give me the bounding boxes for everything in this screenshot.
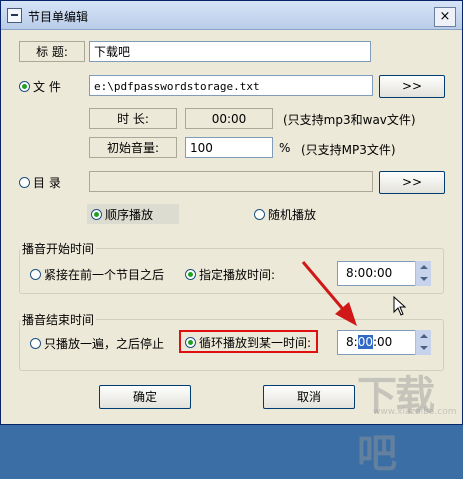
- after-previous-radio[interactable]: [30, 269, 41, 280]
- loop-until-radio[interactable]: [185, 337, 196, 348]
- watermark-logo: 下载吧: [357, 373, 435, 477]
- title-bar[interactable]: 节目单编辑 ×: [1, 1, 462, 30]
- window-menu-icon[interactable]: [7, 8, 22, 23]
- volume-input[interactable]: 100: [185, 137, 273, 158]
- file-label: 文 件: [33, 80, 61, 94]
- directory-label: 目 录: [33, 176, 61, 190]
- end-time-minute: 00: [357, 335, 373, 349]
- directory-radio[interactable]: [19, 177, 30, 188]
- title-label: 标 题:: [19, 41, 85, 62]
- file-path-input[interactable]: e:\pdfpasswordstorage.txt: [89, 75, 373, 96]
- window-title: 节目单编辑: [28, 10, 89, 24]
- file-browse-button[interactable]: >>: [379, 75, 445, 98]
- start-time-spinner[interactable]: [415, 261, 431, 286]
- title-input[interactable]: 下载吧: [89, 41, 371, 62]
- specified-time-label[interactable]: 指定播放时间:: [199, 266, 275, 283]
- close-button[interactable]: ×: [434, 7, 456, 27]
- end-time-hour: 8:: [346, 335, 358, 349]
- random-radio[interactable]: [254, 209, 265, 220]
- directory-input[interactable]: [89, 171, 373, 192]
- sequential-label[interactable]: 顺序播放: [105, 206, 153, 223]
- arrow-shaft: [301, 261, 349, 315]
- volume-label: 初始音量:: [89, 137, 177, 158]
- loop-until-label[interactable]: 循环播放到某一时间:: [199, 334, 311, 351]
- specified-time-radio[interactable]: [185, 269, 196, 280]
- duration-value: 00:00: [185, 108, 273, 129]
- end-time-group-title: 播音结束时间: [20, 311, 97, 328]
- watermark-url: www.xiazaiba.com: [373, 407, 457, 417]
- end-time-second: :00: [372, 335, 393, 349]
- after-previous-label[interactable]: 紧接在前一个节目之后: [44, 266, 164, 283]
- duration-note: (只支持mp3和wav文件): [283, 113, 416, 127]
- volume-unit: %: [279, 141, 291, 155]
- play-once-label[interactable]: 只播放一遍，之后停止: [44, 335, 164, 352]
- dialog-window: 节目单编辑 × 标 题: 下载吧 文 件 e:\pdfpasswordstora…: [0, 0, 463, 477]
- ok-button[interactable]: 确定: [99, 385, 191, 409]
- cancel-button[interactable]: 取消: [263, 385, 355, 409]
- start-time-group-title: 播音开始时间: [20, 240, 97, 257]
- annotation-arrow: [301, 261, 357, 326]
- duration-label: 时 长:: [89, 108, 177, 129]
- mouse-cursor-icon: [393, 296, 407, 316]
- sequential-radio[interactable]: [91, 209, 102, 220]
- play-once-radio[interactable]: [30, 338, 41, 349]
- directory-browse-button[interactable]: >>: [379, 171, 445, 194]
- volume-note: (只支持MP3文件): [301, 143, 396, 157]
- random-label[interactable]: 随机播放: [268, 206, 316, 223]
- end-time-spinner[interactable]: [415, 330, 431, 355]
- file-radio[interactable]: [19, 81, 30, 92]
